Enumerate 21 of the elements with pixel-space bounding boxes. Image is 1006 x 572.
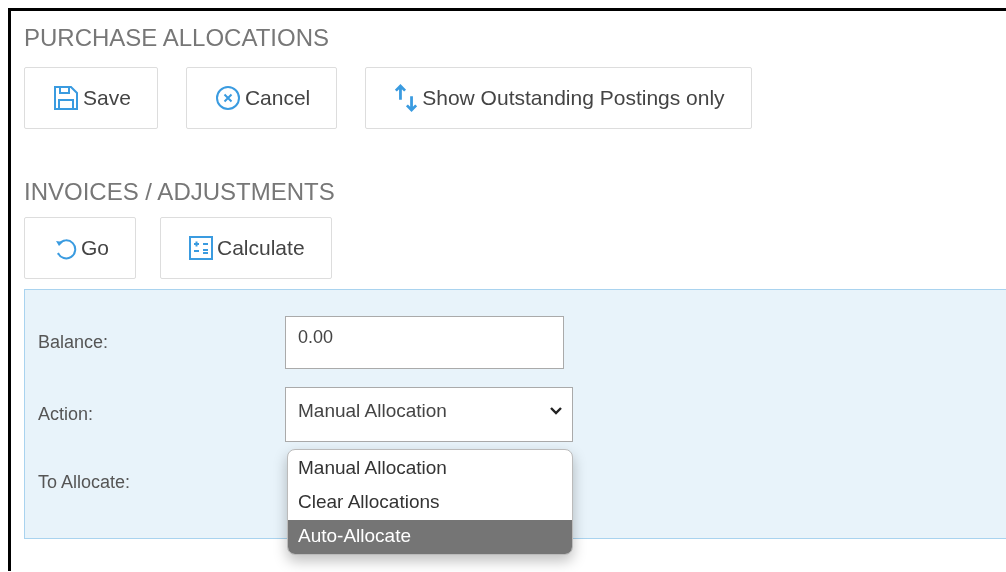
dropdown-option[interactable]: Manual Allocation [288, 451, 572, 486]
toolbar-button[interactable]: Save [24, 67, 158, 129]
field-label: Action: [38, 403, 95, 425]
toolbar-button[interactable]: Go [24, 217, 136, 279]
action-dropdown[interactable]: Manual Allocation [285, 386, 573, 442]
dropdown-option[interactable]: Auto-Allocate [288, 519, 572, 554]
refresh-icon [53, 236, 77, 260]
toolbar-button[interactable]: Show Outstanding Postings only [365, 67, 752, 129]
chevron-down-icon [550, 407, 562, 415]
balance-field[interactable]: 0.00 [285, 316, 564, 369]
toolbar-button[interactable]: Cancel [185, 67, 338, 129]
page-title: PURCHASE ALLOCATIONS [24, 23, 330, 53]
dropdown-option[interactable]: Clear Allocations [288, 485, 572, 520]
section-title: INVOICES / ADJUSTMENTS [24, 177, 336, 207]
calculator-icon [189, 236, 213, 260]
field-label: To Allocate: [38, 471, 132, 493]
field-label: Balance: [38, 332, 110, 353]
save-icon [53, 85, 79, 111]
toolbar-button[interactable]: Calculate [160, 217, 332, 279]
cancel-icon [214, 85, 241, 111]
sort-arrows-icon [394, 82, 419, 114]
